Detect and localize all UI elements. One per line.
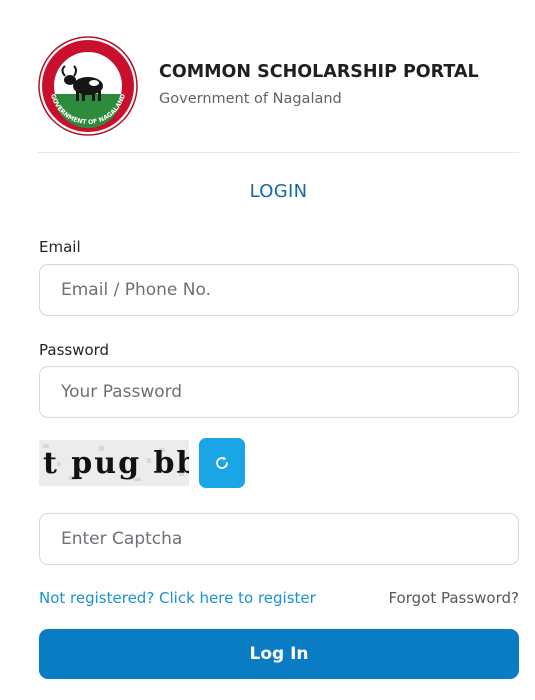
login-heading: LOGIN	[249, 181, 308, 202]
forgot-password-link[interactable]: Forgot Password?	[388, 589, 519, 607]
header-divider	[38, 152, 519, 153]
captcha-input[interactable]	[61, 514, 518, 564]
email-label: Email	[39, 238, 81, 256]
refresh-captcha-button[interactable]	[199, 438, 245, 488]
captcha-field-box	[39, 513, 519, 565]
captcha-image: t pug bb	[39, 440, 189, 486]
password-field-box	[39, 366, 519, 418]
portal-subtitle: Government of Nagaland	[159, 91, 342, 107]
register-link[interactable]: Not registered? Click here to register	[39, 589, 316, 607]
password-label: Password	[39, 341, 110, 359]
nagaland-emblem-logo: UNITY GOVERNMENT OF NAGALAND	[38, 36, 138, 136]
password-input[interactable]	[61, 367, 518, 417]
portal-title: COMMON SCHOLARSHIP PORTAL	[159, 62, 479, 82]
portal-header: UNITY GOVERNMENT OF NAGALAND COMMON SCHO…	[38, 36, 519, 140]
email-input[interactable]	[61, 265, 518, 315]
refresh-icon	[216, 456, 228, 469]
svg-text:t pug bb: t pug bb	[43, 446, 189, 481]
login-button[interactable]: Log In	[39, 629, 519, 679]
email-field-box	[39, 264, 519, 316]
